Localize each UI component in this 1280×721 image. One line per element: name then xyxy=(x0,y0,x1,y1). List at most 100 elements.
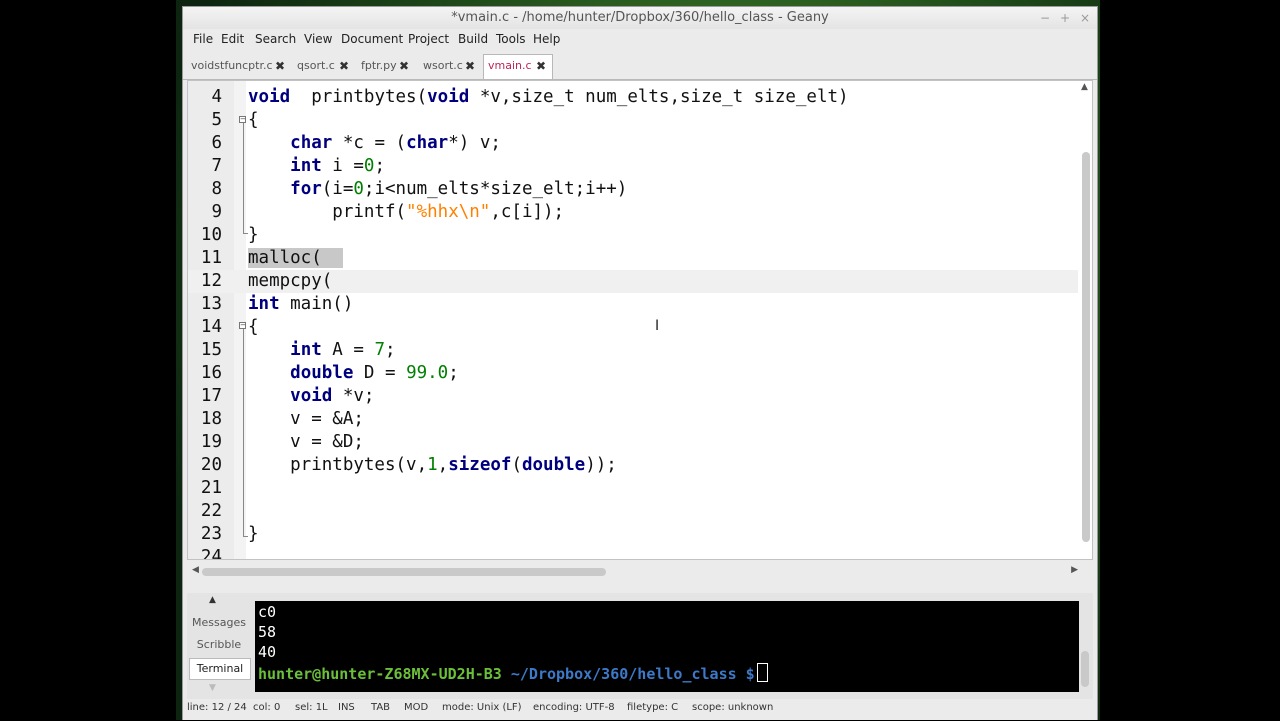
status-ins: INS xyxy=(338,702,355,713)
code-line[interactable]: 4 void printbytes(void *v,size_t num_elts… xyxy=(188,86,1078,109)
code-line[interactable]: 7 int i =0; xyxy=(188,155,1078,178)
code-line[interactable]: 22 xyxy=(188,500,1078,523)
tab-messages[interactable]: Messages xyxy=(189,613,249,633)
menu-edit[interactable]: Edit xyxy=(221,32,244,46)
code-token: { xyxy=(248,110,259,130)
menu-help[interactable]: Help xyxy=(533,32,560,46)
code-token: char xyxy=(406,133,449,153)
code-line[interactable]: 10} xyxy=(188,224,1078,247)
maximize-button[interactable]: + xyxy=(1055,7,1075,29)
message-tabs: ▲ Messages Scribble Terminal ▼ xyxy=(187,593,251,699)
menu-search[interactable]: Search xyxy=(255,32,296,46)
code-editor[interactable]: 4 void printbytes(void *v,size_t num_elts… xyxy=(187,80,1093,560)
code-line[interactable]: 17 void *v; xyxy=(188,385,1078,408)
tab-scribble[interactable]: Scribble xyxy=(189,635,249,655)
tab-qsort[interactable]: qsort.c ✖ xyxy=(293,55,355,77)
scroll-right-arrow-icon[interactable]: ▶ xyxy=(1071,565,1078,575)
code-line[interactable]: 8 for(i=0;i<num_elts*size_elt;i++) xyxy=(188,178,1078,201)
menu-build[interactable]: Build xyxy=(458,32,488,46)
code-line[interactable]: 5{ xyxy=(188,109,1078,132)
code-line[interactable]: 23} xyxy=(188,523,1078,546)
tab-label: vmain.c xyxy=(488,59,532,72)
tab-voidstfuncptr[interactable]: voidstfuncptr.c ✖ xyxy=(187,55,291,77)
code-line[interactable]: 6 char *c = (char*) v; xyxy=(188,132,1078,155)
minimize-button[interactable]: − xyxy=(1035,7,1055,29)
code-token: D = xyxy=(353,363,407,383)
fold-guide-end xyxy=(243,233,248,234)
terminal-cursor xyxy=(756,663,768,682)
code-text: { xyxy=(248,316,259,339)
code-text: void *v; xyxy=(248,385,374,408)
code-token: int xyxy=(290,340,322,360)
code-text: int i =0; xyxy=(248,155,385,178)
title-bar[interactable]: *vmain.c - /home/hunter/Dropbox/360/hell… xyxy=(183,7,1097,29)
terminal-scrollbar-thumb[interactable] xyxy=(1081,651,1089,687)
line-number: 15 xyxy=(200,340,222,360)
line-number: 8 xyxy=(211,179,222,199)
code-token: for xyxy=(290,179,322,199)
code-token: double xyxy=(521,455,586,475)
line-number: 7 xyxy=(211,156,222,176)
scroll-left-arrow-icon[interactable]: ◀ xyxy=(192,565,199,575)
code-token: ; xyxy=(374,156,386,176)
code-line[interactable]: 14 { xyxy=(188,316,1078,339)
scroll-up-arrow-icon[interactable]: ▲ xyxy=(209,595,216,605)
document-tabs: voidstfuncptr.c ✖ qsort.c ✖ fptr.py ✖ ws… xyxy=(183,53,1097,80)
editor-horizontal-scrollbar-thumb[interactable] xyxy=(202,568,606,576)
close-tab-icon[interactable]: ✖ xyxy=(339,55,349,77)
line-number: 11 xyxy=(200,248,222,268)
editor-vertical-scrollbar[interactable]: ▲ xyxy=(1079,82,1093,552)
code-line[interactable]: 11 malloc( xyxy=(188,247,1078,270)
tab-vmain[interactable]: vmain.c ✖ xyxy=(483,54,553,79)
line-number: 21 xyxy=(200,478,222,498)
code-text: printf("%hhx\n",c[i]); xyxy=(248,201,564,224)
menu-view[interactable]: View xyxy=(304,32,332,46)
terminal[interactable]: c0 58 40 hunter@hunter-Z68MX-UD2H-B3 ~/D… xyxy=(255,601,1079,692)
close-tab-icon[interactable]: ✖ xyxy=(399,55,409,77)
scroll-down-arrow-icon[interactable]: ▼ xyxy=(209,683,216,693)
line-number: 5 xyxy=(211,110,222,130)
code-line[interactable]: 16 double D = 99.0; xyxy=(188,362,1078,385)
tab-label: qsort.c xyxy=(297,59,335,72)
terminal-scrollbar[interactable] xyxy=(1079,601,1091,692)
code-line[interactable]: 9 printf("%hhx\n",c[i]); xyxy=(188,201,1078,224)
menu-project[interactable]: Project xyxy=(408,32,449,46)
line-number: 22 xyxy=(200,501,222,521)
code-line[interactable]: 12 mempcpy( xyxy=(188,270,1078,293)
code-line[interactable]: 19 v = &D; xyxy=(188,431,1078,454)
code-line[interactable]: 13 int main() xyxy=(188,293,1078,316)
status-mode: mode: Unix (LF) xyxy=(442,702,522,713)
code-line[interactable]: 24 xyxy=(188,546,1078,559)
code-line[interactable]: 15 int A = 7; xyxy=(188,339,1078,362)
close-window-button[interactable]: × xyxy=(1075,7,1095,29)
tab-wsort[interactable]: wsort.c ✖ xyxy=(419,55,481,77)
code-token: mempcpy( xyxy=(248,271,333,291)
close-tab-icon[interactable]: ✖ xyxy=(536,55,546,77)
code-line[interactable]: 20 printbytes(v,1,sizeof(double)); xyxy=(188,454,1078,477)
close-tab-icon[interactable]: ✖ xyxy=(465,55,475,77)
code-line[interactable]: 21 xyxy=(188,477,1078,500)
menu-file[interactable]: File xyxy=(193,32,213,46)
code-token: (i= xyxy=(321,179,354,199)
menu-document[interactable]: Document xyxy=(341,32,403,46)
scroll-up-arrow-icon[interactable]: ▲ xyxy=(1081,82,1088,92)
editor-horizontal-scrollbar[interactable]: ◀ ▶ xyxy=(192,565,1078,579)
fold-guide xyxy=(243,329,244,536)
menu-tools[interactable]: Tools xyxy=(496,32,526,46)
editor-vertical-scrollbar-thumb[interactable] xyxy=(1082,152,1090,542)
close-tab-icon[interactable]: ✖ xyxy=(275,55,285,77)
code-line[interactable]: 18 v = &A; xyxy=(188,408,1078,431)
line-number: 6 xyxy=(211,133,222,153)
code-text: char *c = (char*) v; xyxy=(248,132,501,155)
code-token: void xyxy=(427,87,470,107)
code-token: int xyxy=(248,294,280,314)
fold-toggle-icon[interactable]: − xyxy=(239,322,246,329)
tab-fptr[interactable]: fptr.py ✖ xyxy=(357,55,415,77)
tab-terminal[interactable]: Terminal xyxy=(189,658,251,680)
line-number: 4 xyxy=(211,87,222,107)
text-cursor-icon: I xyxy=(655,318,660,334)
fold-toggle-icon[interactable]: − xyxy=(239,116,246,123)
code-text: { xyxy=(248,109,259,132)
